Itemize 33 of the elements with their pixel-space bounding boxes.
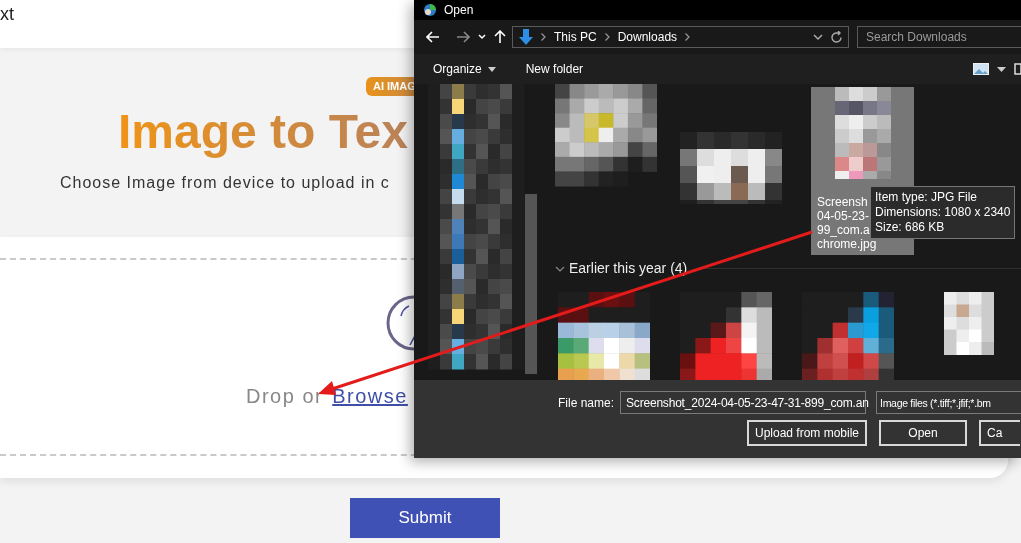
upload-from-mobile-button[interactable]: Upload from mobile: [747, 420, 868, 446]
up-arrow-icon[interactable]: [494, 30, 506, 44]
search-field[interactable]: Search Downloads: [857, 26, 1021, 48]
download-arrow-icon: [519, 29, 533, 45]
chevron-down-icon[interactable]: [813, 33, 823, 41]
tooltip: Item type: JPG File Dimensions: 1080 x 2340 Size: 686 KB: [870, 186, 1016, 239]
back-arrow-icon[interactable]: [426, 31, 440, 43]
page-subtitle: Choose Image from device to upload in c: [60, 174, 390, 192]
file-name-field[interactable]: Screenshot_2024-04-05-23-47-31-899_com.an: [620, 391, 867, 414]
dialog-title: Open: [444, 3, 474, 17]
open-button[interactable]: Open: [879, 420, 968, 446]
organize-menu[interactable]: Organize: [433, 62, 496, 76]
app-icon: [422, 3, 438, 17]
caret-icon: [487, 66, 496, 72]
pane-toggle-icon[interactable]: [1014, 63, 1021, 75]
submit-button[interactable]: Submit: [350, 498, 500, 538]
breadcrumb-item[interactable]: Downloads: [617, 30, 678, 44]
cancel-button[interactable]: Ca: [979, 420, 1021, 446]
new-folder-button[interactable]: New folder: [525, 62, 584, 76]
upload-icon: [386, 295, 414, 351]
file-type-dropdown[interactable]: Image files (*.tiff;*.jfif;*.bm: [876, 391, 1021, 414]
address-bar[interactable]: This PC Downloads: [512, 26, 849, 48]
browse-link[interactable]: Browse: [332, 385, 408, 408]
page-title-text: xt: [0, 4, 14, 25]
file-name-label: File name:: [558, 395, 615, 410]
chevron-right-icon: [604, 33, 610, 41]
forward-arrow-icon[interactable]: [456, 31, 470, 43]
refresh-icon[interactable]: [831, 30, 843, 44]
breadcrumb-item[interactable]: This PC: [554, 30, 597, 44]
drop-text: Drop or: [246, 385, 324, 408]
chevron-right-icon: [685, 33, 691, 41]
caret-icon[interactable]: [997, 66, 1006, 72]
chevron-right-icon: [541, 33, 546, 41]
